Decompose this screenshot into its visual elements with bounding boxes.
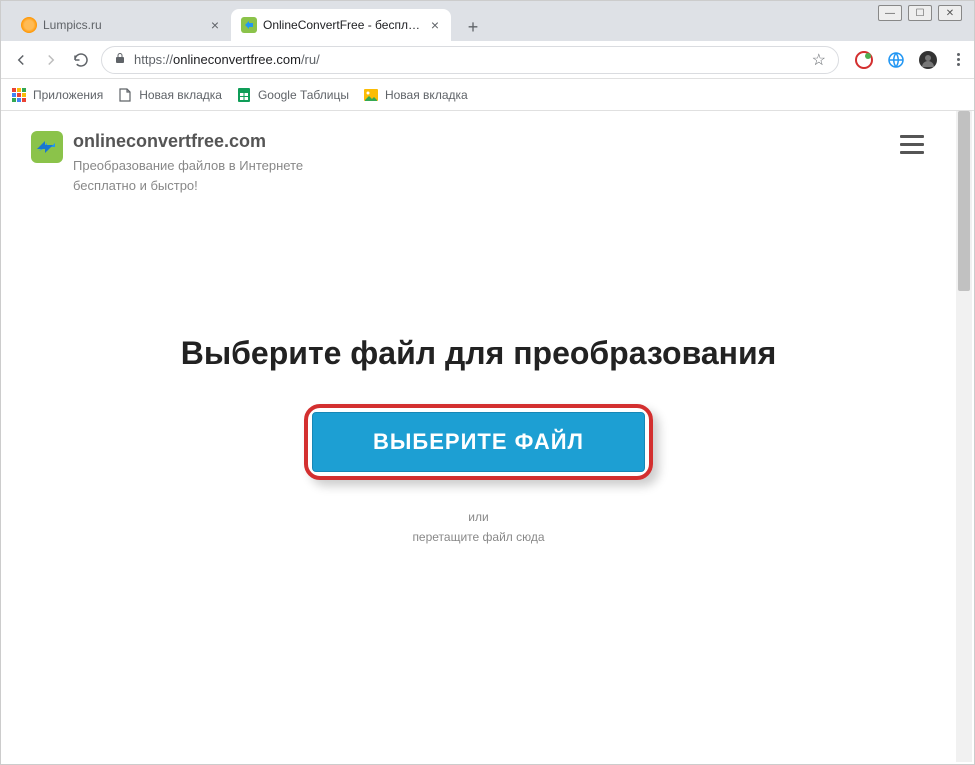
bookmark-apps[interactable]: Приложения <box>11 87 103 103</box>
bookmark-label: Новая вкладка <box>139 88 222 102</box>
browser-menu-button[interactable] <box>953 53 964 66</box>
browser-toolbar: https://onlineconvertfree.com/ru/ ☆ <box>1 41 974 79</box>
subtitle-line-2: бесплатно и быстро! <box>73 178 198 193</box>
bookmark-google-sheets[interactable]: Google Таблицы <box>236 87 349 103</box>
bookmark-label: Google Таблицы <box>258 88 349 102</box>
address-bar[interactable]: https://onlineconvertfree.com/ru/ ☆ <box>101 46 839 74</box>
bookmark-label: Приложения <box>33 88 103 102</box>
tab-lumpics[interactable]: Lumpics.ru × <box>11 9 231 41</box>
minimize-button[interactable]: — <box>878 5 902 21</box>
site-logo-icon <box>31 131 63 163</box>
extension-icons <box>849 51 943 69</box>
close-tab-icon[interactable]: × <box>429 17 441 33</box>
page-content: onlineconvertfree.com Преобразование фай… <box>1 111 956 762</box>
site-subtitle: Преобразование файлов в Интернете беспла… <box>73 156 303 195</box>
bookmark-star-icon[interactable]: ☆ <box>812 50 826 70</box>
forward-button[interactable] <box>41 50 61 70</box>
site-header: onlineconvertfree.com Преобразование фай… <box>1 111 956 205</box>
extension-globe-icon[interactable] <box>887 51 905 69</box>
scrollbar-thumb[interactable] <box>958 111 970 291</box>
tab-title: OnlineConvertFree - бесплатный <box>263 18 423 32</box>
drag-hint-text: перетащите файл сюда <box>1 530 956 544</box>
new-tab-button[interactable]: + <box>459 13 487 41</box>
url-host: onlineconvertfree.com <box>173 52 301 67</box>
bookmark-label: Новая вкладка <box>385 88 468 102</box>
or-text: или <box>1 510 956 524</box>
tab-title: Lumpics.ru <box>43 18 203 32</box>
lock-icon <box>114 52 126 67</box>
window-controls: — ☐ ✕ <box>878 5 962 21</box>
url-path: /ru/ <box>301 52 320 67</box>
extension-opera-icon[interactable] <box>855 51 873 69</box>
main-heading: Выберите файл для преобразования <box>1 335 956 372</box>
tab-strip: Lumpics.ru × OnlineConvertFree - бесплат… <box>1 1 974 41</box>
subtitle-line-1: Преобразование файлов в Интернете <box>73 158 303 173</box>
select-file-button[interactable]: ВЫБЕРИТЕ ФАЙЛ <box>312 412 645 472</box>
url-scheme: https:// <box>134 52 173 67</box>
apps-icon <box>11 87 27 103</box>
select-file-highlight: ВЫБЕРИТЕ ФАЙЛ <box>304 404 653 480</box>
tab-onlineconvertfree[interactable]: OnlineConvertFree - бесплатный × <box>231 9 451 41</box>
close-window-button[interactable]: ✕ <box>938 5 962 21</box>
file-icon <box>117 87 133 103</box>
sheets-icon <box>236 87 252 103</box>
site-menu-button[interactable] <box>896 131 928 158</box>
favicon-convert-icon <box>241 17 257 33</box>
reload-button[interactable] <box>71 50 91 70</box>
site-logo-block[interactable]: onlineconvertfree.com Преобразование фай… <box>31 131 303 195</box>
logo-text-block: onlineconvertfree.com Преобразование фай… <box>73 131 303 195</box>
back-button[interactable] <box>11 50 31 70</box>
bookmark-new-tab-1[interactable]: Новая вкладка <box>117 87 222 103</box>
bookmark-new-tab-2[interactable]: Новая вкладка <box>363 87 468 103</box>
vertical-scrollbar[interactable] <box>956 111 972 762</box>
main-area: Выберите файл для преобразования ВЫБЕРИТ… <box>1 205 956 544</box>
url-text: https://onlineconvertfree.com/ru/ <box>134 52 804 67</box>
profile-avatar-icon[interactable] <box>919 51 937 69</box>
favicon-lumpics-icon <box>21 17 37 33</box>
image-icon <box>363 87 379 103</box>
site-title: onlineconvertfree.com <box>73 131 303 152</box>
bookmarks-bar: Приложения Новая вкладка Google Таблицы … <box>1 79 974 111</box>
close-tab-icon[interactable]: × <box>209 17 221 33</box>
maximize-button[interactable]: ☐ <box>908 5 932 21</box>
